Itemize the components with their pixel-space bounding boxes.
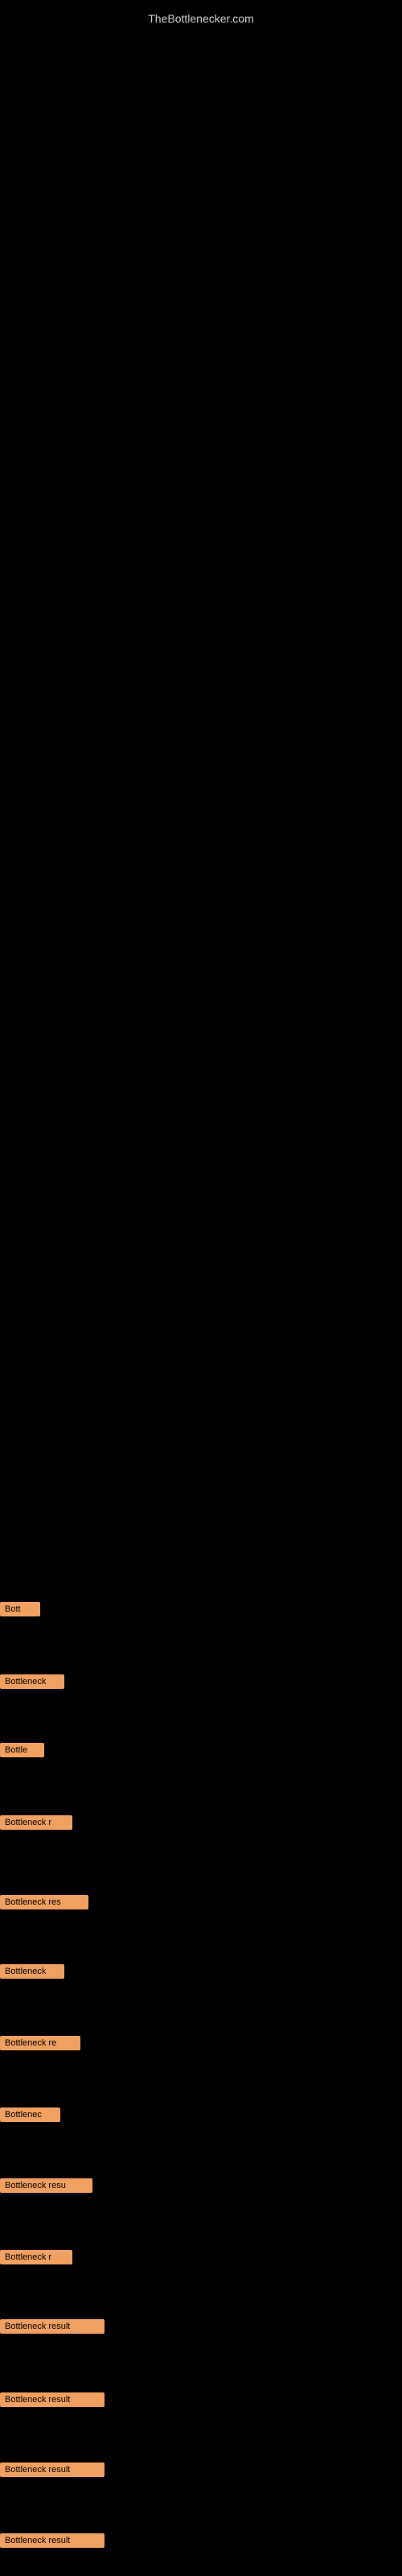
bottleneck-result-item[interactable]: Bottleneck r — [0, 1815, 72, 1830]
bottleneck-result-item[interactable]: Bottle — [0, 1743, 44, 1757]
bottleneck-result-item[interactable]: Bottleneck r — [0, 2250, 72, 2264]
bottleneck-result-item[interactable]: Bottleneck result — [0, 2319, 105, 2334]
bottleneck-result-item[interactable]: Bottleneck — [0, 1674, 64, 1689]
bottleneck-result-item[interactable]: Bottleneck result — [0, 2462, 105, 2477]
bottleneck-result-item[interactable]: Bottleneck result — [0, 2392, 105, 2407]
bottleneck-result-item[interactable]: Bottleneck result — [0, 2533, 105, 2548]
bottleneck-result-item[interactable]: Bottlenec — [0, 2107, 60, 2122]
site-title: TheBottlenecker.com — [0, 4, 402, 33]
bottleneck-result-item[interactable]: Bottleneck resu — [0, 2178, 92, 2193]
bottleneck-result-item[interactable]: Bottleneck — [0, 1964, 64, 1979]
bottleneck-result-item[interactable]: Bott — [0, 1602, 40, 1616]
bottleneck-result-item[interactable]: Bottleneck res — [0, 1895, 88, 1909]
bottleneck-result-item[interactable]: Bottleneck re — [0, 2036, 80, 2050]
